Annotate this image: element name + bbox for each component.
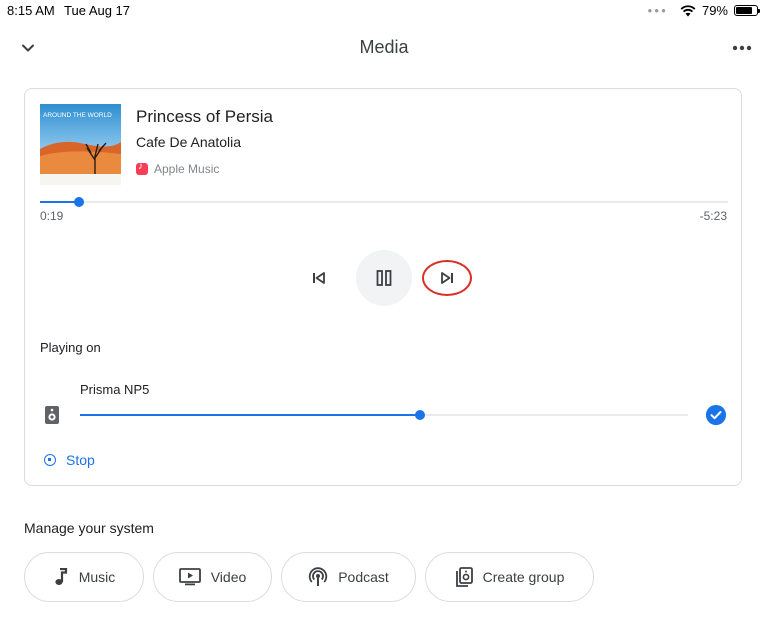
next-button[interactable] [422, 260, 472, 296]
speaker-icon [45, 406, 59, 424]
skip-next-icon [441, 272, 453, 284]
progress-track [40, 201, 728, 203]
time-elapsed: 0:19 [40, 209, 64, 223]
battery-fill [736, 7, 752, 14]
check-circle-icon[interactable] [706, 405, 726, 425]
create-group-chip-label: Create group [482, 569, 565, 585]
previous-button[interactable] [306, 265, 332, 291]
battery-icon [734, 5, 760, 16]
stop-icon [44, 454, 56, 466]
album-art: AROUND THE WORLD [40, 104, 121, 185]
music-chip[interactable]: Music [24, 552, 144, 602]
apple-music-icon [136, 161, 148, 175]
device-name: Prisma NP5 [80, 382, 150, 397]
more-horizontal-icon[interactable] [730, 38, 754, 58]
wifi-icon [680, 4, 696, 16]
podcast-icon [309, 567, 328, 586]
music-note-icon [55, 568, 67, 585]
track-artist: Cafe De Anatolia [136, 134, 242, 150]
playback-progress-slider[interactable] [40, 196, 728, 208]
stop-button[interactable]: Stop [44, 452, 95, 468]
manage-system-title: Manage your system [24, 520, 154, 536]
video-chip-label: Video [210, 569, 247, 585]
music-chip-label: Music [78, 569, 116, 585]
source-label: Apple Music [136, 161, 220, 176]
volume-fill [80, 414, 421, 416]
multitask-dots-icon: ●●● [647, 6, 668, 15]
podcast-chip[interactable]: Podcast [281, 552, 416, 602]
track-title: Princess of Persia [136, 107, 273, 126]
album-art-text: AROUND THE WORLD [43, 112, 112, 119]
header: Media [0, 28, 768, 68]
pause-icon [376, 270, 392, 286]
skip-previous-icon [313, 272, 325, 284]
volume-slider[interactable] [80, 409, 688, 421]
create-group-icon [455, 567, 473, 587]
video-chip[interactable]: Video [153, 552, 272, 602]
status-date: Tue Aug 17 [64, 3, 131, 18]
progress-fill [40, 201, 79, 203]
video-icon [178, 568, 201, 586]
battery-percent: 79% [701, 3, 728, 18]
create-group-chip[interactable]: Create group [425, 552, 594, 602]
status-bar: 8:15 AM Tue Aug 17 ●●● 79% [0, 0, 768, 22]
podcast-chip-label: Podcast [338, 569, 389, 585]
source-name: Apple Music [154, 162, 220, 176]
page-title: Media [359, 37, 409, 57]
volume-thumb[interactable] [415, 410, 426, 420]
media-card: AROUND THE WORLD Princess of Persia Cafe… [24, 88, 742, 486]
status-time: 8:15 AM [7, 3, 55, 18]
playing-on-label: Playing on [40, 340, 101, 355]
time-remaining: -5:23 [699, 209, 727, 223]
stop-label: Stop [66, 452, 95, 468]
progress-thumb[interactable] [73, 197, 84, 207]
pause-button[interactable] [356, 250, 412, 306]
